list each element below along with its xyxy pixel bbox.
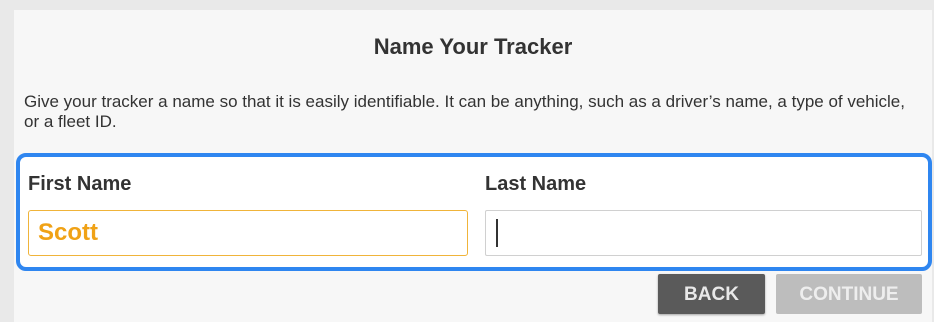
name-fields-group: First Name Last Name [16, 153, 932, 271]
page-title: Name Your Tracker [373, 34, 573, 59]
continue-button[interactable]: CONTINUE [776, 274, 922, 314]
last-name-label: Last Name [485, 173, 587, 195]
description-text: Give your tracker a name so that it is e… [24, 92, 905, 131]
screen-background: Name Your Tracker Give your tracker a na… [0, 0, 934, 322]
first-name-label: First Name [28, 173, 132, 195]
name-tracker-card: Name Your Tracker Give your tracker a na… [14, 10, 932, 322]
text-cursor [496, 219, 498, 247]
first-name-input[interactable] [28, 210, 468, 256]
last-name-input[interactable] [485, 210, 922, 256]
back-button[interactable]: BACK [658, 274, 765, 314]
